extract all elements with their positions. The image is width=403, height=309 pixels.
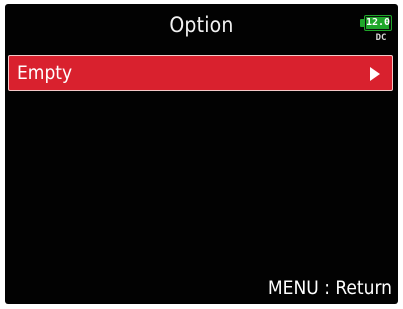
battery-voltage: 12.0	[365, 17, 391, 28]
menu-item-empty[interactable]: Empty	[8, 55, 393, 91]
menu-return-hint[interactable]: MENU : Return	[268, 277, 392, 299]
menu-item-label: Empty	[17, 62, 73, 84]
screen-header: Option 12.0 DC	[5, 4, 398, 50]
battery-indicator: 12.0 DC	[360, 15, 396, 49]
power-source-label: DC	[375, 33, 387, 43]
device-screen: Option 12.0 DC Empty MENU : Return	[5, 4, 398, 304]
page-title: Option	[169, 13, 234, 37]
option-menu-list: Empty	[8, 55, 393, 91]
chevron-right-icon	[370, 67, 380, 81]
